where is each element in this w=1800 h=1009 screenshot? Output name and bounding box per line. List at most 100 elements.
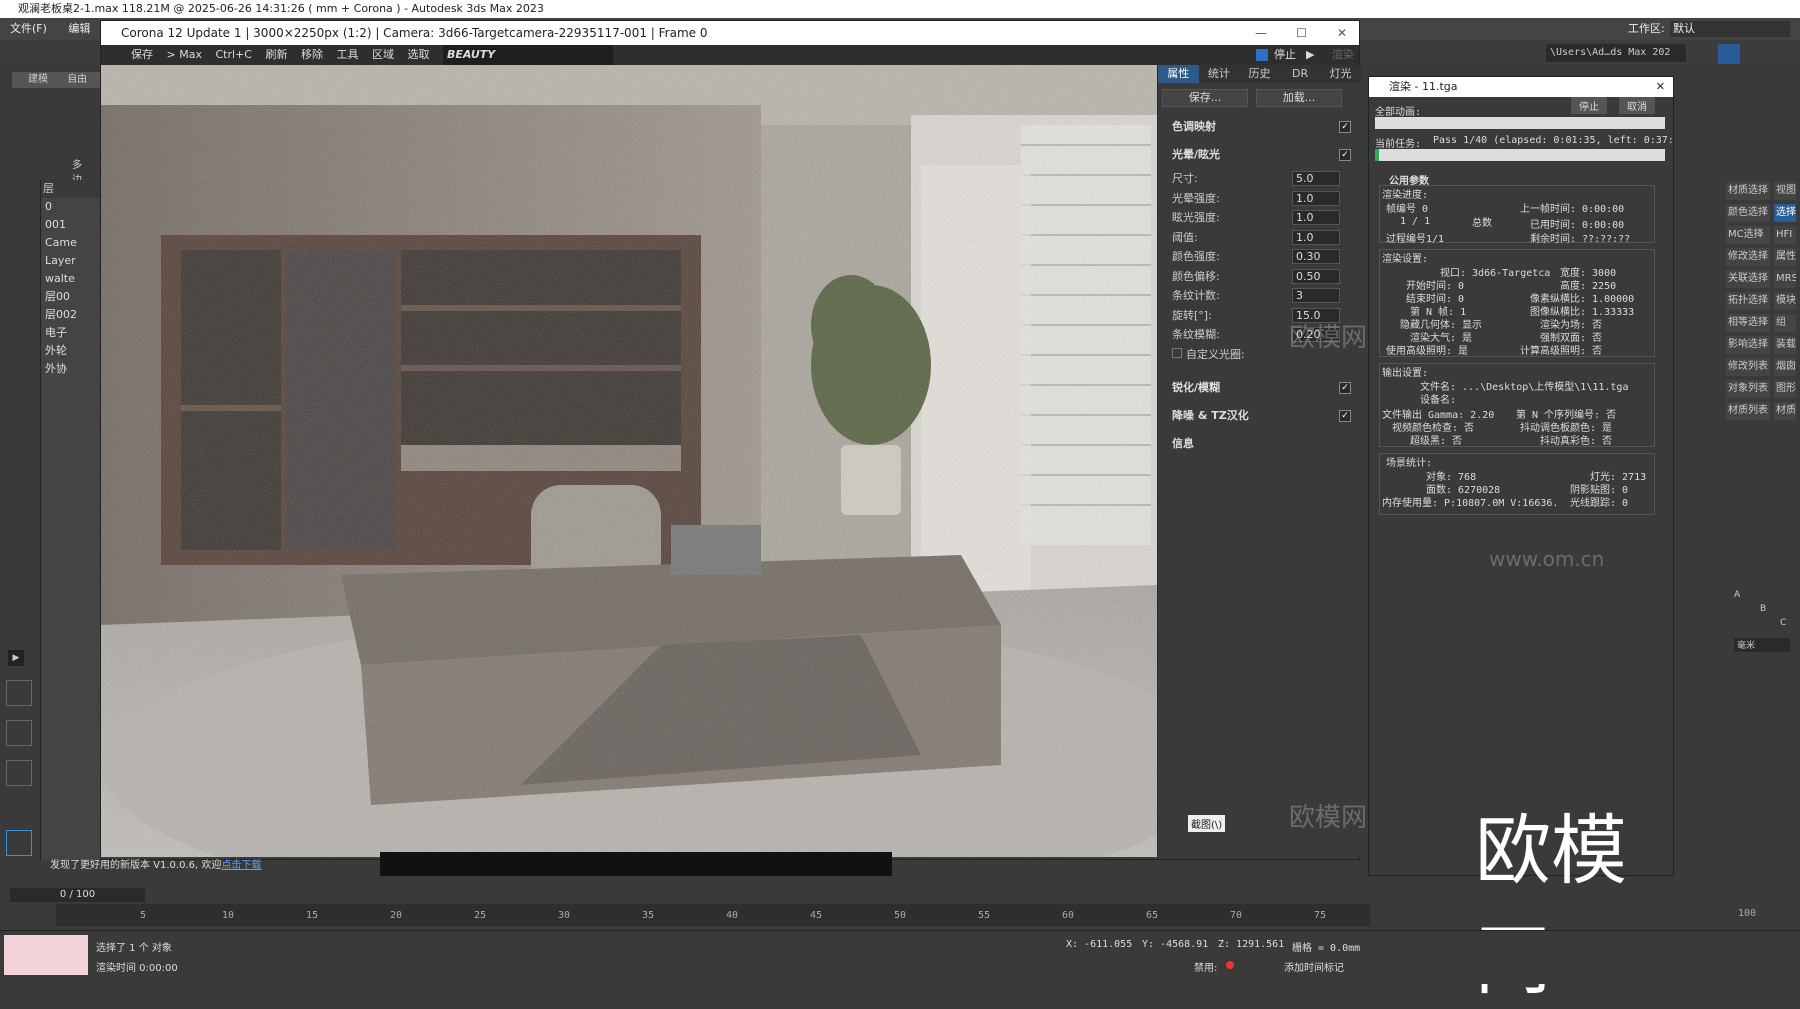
param-value[interactable]: 0.50 — [1292, 268, 1340, 284]
rbtn[interactable]: 关联选择 — [1726, 270, 1770, 288]
section-info[interactable]: 信息 — [1158, 430, 1361, 458]
pick-button[interactable]: 选取 — [407, 48, 429, 61]
remove-button[interactable]: 移除 — [301, 48, 323, 61]
channel-select[interactable]: BEAUTY — [442, 45, 613, 65]
rbtn[interactable]: HFI — [1774, 226, 1796, 244]
tools-button[interactable]: 工具 — [336, 48, 358, 61]
rbtn[interactable]: 影响选择 — [1726, 336, 1770, 354]
track-bar[interactable]: 5 10 15 20 25 30 35 40 45 50 55 60 65 70… — [56, 904, 1370, 926]
section-bloom-glare[interactable]: 光晕/眩光 ✓ — [1158, 141, 1361, 169]
stop-icon[interactable] — [1256, 49, 1268, 61]
checkbox[interactable]: ✓ — [1339, 382, 1351, 394]
add-time-tag[interactable]: 添加时间标记 — [1284, 959, 1344, 974]
rbtn[interactable]: 拓扑选择 — [1726, 292, 1770, 310]
tab-properties[interactable]: 属性 — [1158, 65, 1199, 83]
rbtn[interactable]: 图形 — [1774, 380, 1796, 398]
maximize-icon[interactable]: ☐ — [1296, 21, 1307, 45]
param-value[interactable]: 3 — [1292, 288, 1340, 303]
viewport-layout-icon[interactable] — [6, 680, 32, 706]
tab-freeform[interactable]: 自由 — [67, 74, 87, 85]
close-icon[interactable]: ✕ — [1337, 21, 1347, 45]
rbtn[interactable]: MRS — [1774, 270, 1796, 288]
param-value[interactable]: 0.30 — [1292, 249, 1340, 264]
checkbox[interactable]: ✓ — [1339, 121, 1351, 133]
section-denoise[interactable]: 降噪 & TZ汉化 ✓ — [1158, 402, 1361, 430]
viewport-layout-icon-2[interactable] — [6, 720, 32, 746]
workspace-select[interactable]: 默认 — [1670, 21, 1790, 37]
tab-modeling[interactable]: 建模 — [28, 74, 48, 85]
tab-history[interactable]: 历史 — [1239, 65, 1280, 83]
param-value[interactable]: 1.0 — [1292, 210, 1340, 225]
param-value[interactable]: 1.0 — [1292, 229, 1340, 245]
layer-item[interactable]: 外轮 — [41, 342, 100, 360]
z-coordinate[interactable]: Z: 1291.561 — [1218, 939, 1284, 950]
viewport-layout-icon-4[interactable] — [6, 830, 32, 856]
save-button[interactable]: 保存 — [131, 48, 153, 61]
rbtn[interactable]: 相等选择 — [1726, 314, 1770, 332]
to-max-button[interactable]: > Max — [167, 48, 202, 61]
play-icon[interactable]: ▶ — [8, 650, 24, 666]
stop-button[interactable]: 停止 — [1571, 97, 1607, 114]
maxscript-listener[interactable] — [4, 935, 88, 975]
letter-a[interactable]: A — [1734, 590, 1740, 600]
layer-item[interactable]: 电子 — [41, 324, 100, 342]
download-link[interactable]: 点击下载 — [221, 860, 261, 871]
rbtn[interactable]: 模块 — [1774, 292, 1796, 310]
y-coordinate[interactable]: Y: -4568.91 — [1142, 939, 1208, 950]
rbtn[interactable]: 材质列表 — [1726, 402, 1770, 420]
viewport-layout-icon-3[interactable] — [6, 760, 32, 786]
render-button[interactable]: 渲染 — [1332, 45, 1354, 65]
rbtn[interactable]: 装载 — [1774, 336, 1796, 354]
rbtn[interactable]: 组 — [1774, 314, 1796, 332]
layer-item[interactable]: walte — [41, 270, 100, 288]
save-icon[interactable] — [1718, 44, 1740, 64]
rbtn[interactable]: MC选择 — [1726, 226, 1770, 244]
rbtn[interactable]: 属性 — [1774, 248, 1796, 266]
rbtn[interactable]: 烟囱 — [1774, 358, 1796, 376]
checkbox[interactable]: ✓ — [1339, 149, 1351, 161]
load-preset-button[interactable]: 加载... — [1256, 89, 1342, 107]
menu-file[interactable]: 文件(F) — [10, 22, 47, 35]
region-button[interactable]: 区域 — [372, 48, 394, 61]
tab-lights[interactable]: 灯光 — [1320, 65, 1361, 83]
letter-b[interactable]: B — [1760, 604, 1766, 614]
time-slider[interactable]: 0 / 100 — [10, 888, 145, 902]
layer-item[interactable]: Came — [41, 234, 100, 252]
section-sharpen-blur[interactable]: 锐化/模糊 ✓ — [1158, 374, 1361, 402]
save-preset-button[interactable]: 保存... — [1162, 89, 1248, 107]
layer-item[interactable]: 层00 — [41, 288, 100, 306]
snapshot-button[interactable]: 截图(\) — [1188, 815, 1226, 832]
checkbox[interactable]: ✓ — [1339, 410, 1351, 422]
param-value[interactable]: 5.0 — [1292, 171, 1340, 186]
x-coordinate[interactable]: X: -611.055 — [1066, 939, 1132, 950]
stop-button[interactable]: 停止 — [1274, 45, 1296, 65]
rbtn[interactable]: 材质 — [1774, 402, 1796, 420]
record-icon[interactable] — [1226, 961, 1234, 969]
layer-item[interactable]: 外协 — [41, 360, 100, 378]
rbtn[interactable]: 视图 — [1774, 182, 1796, 200]
cancel-button[interactable]: 取消 — [1619, 97, 1655, 114]
tab-dr[interactable]: DR — [1280, 65, 1321, 83]
rbtn[interactable]: 修改选择 — [1726, 248, 1770, 266]
layer-item[interactable]: Layer — [41, 252, 100, 270]
refresh-button[interactable]: 刷新 — [265, 48, 287, 61]
unit-select[interactable]: 毫米 — [1734, 638, 1790, 652]
layer-item[interactable]: 0 — [41, 198, 100, 216]
rbtn[interactable]: 修改列表 — [1726, 358, 1770, 376]
path-field[interactable]: \Users\Ad…ds Max 202 — [1546, 44, 1686, 62]
layer-item[interactable]: 层002 — [41, 306, 100, 324]
section-tone-mapping[interactable]: 色调映射 ✓ — [1158, 113, 1361, 141]
rbtn[interactable]: 选择 — [1774, 204, 1796, 222]
play-icon[interactable]: ▶ — [1306, 45, 1314, 65]
close-icon[interactable]: ✕ — [1656, 77, 1665, 97]
rbtn[interactable]: 颜色选择 — [1726, 204, 1770, 222]
rbtn[interactable]: 材质选择 — [1726, 182, 1770, 200]
param-value[interactable]: 1.0 — [1292, 190, 1340, 206]
copy-button[interactable]: Ctrl+C — [215, 48, 251, 61]
checkbox[interactable] — [1172, 347, 1182, 358]
menu-edit[interactable]: 编辑 — [68, 22, 90, 35]
letter-c[interactable]: C — [1780, 618, 1786, 628]
tab-stats[interactable]: 统计 — [1199, 65, 1240, 83]
minimize-icon[interactable]: — — [1255, 21, 1267, 45]
rbtn[interactable]: 对象列表 — [1726, 380, 1770, 398]
